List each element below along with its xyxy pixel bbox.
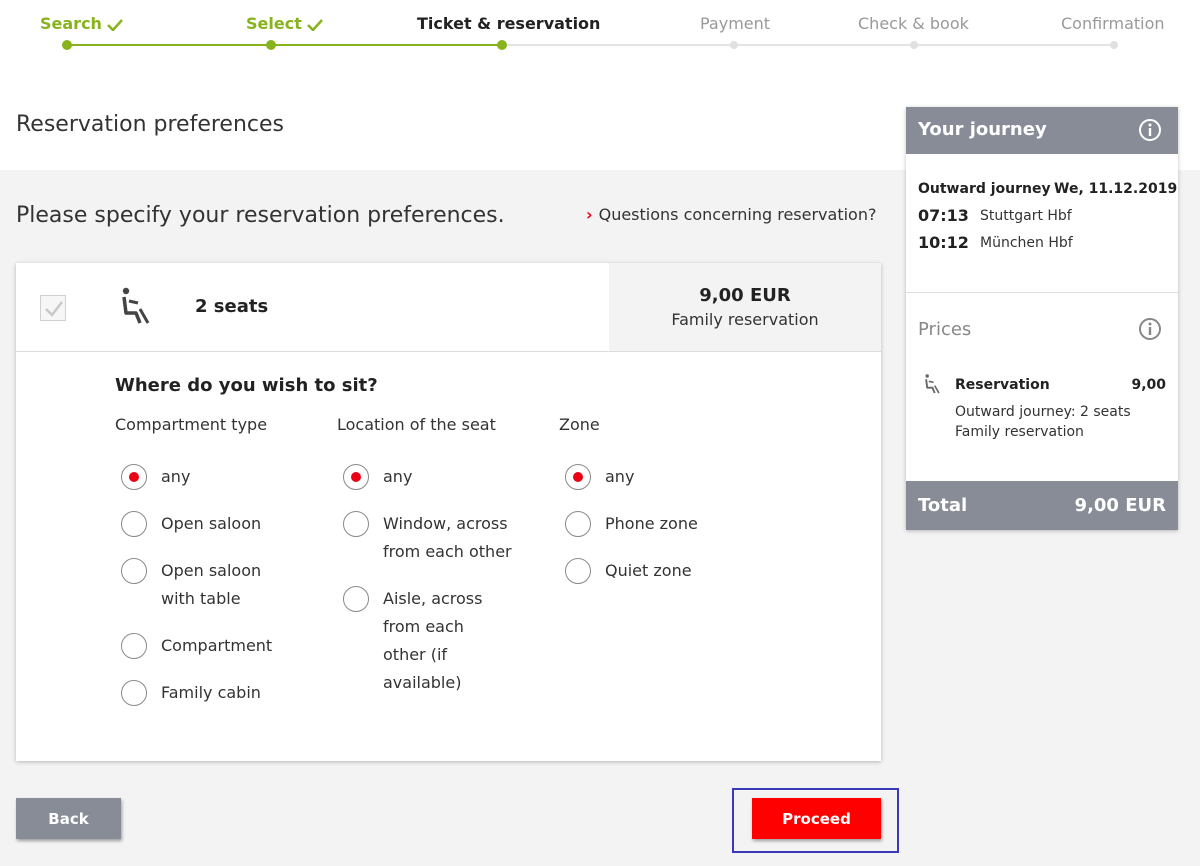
option-label: Aisle, across from each other (if availa…	[383, 589, 483, 692]
info-icon[interactable]	[1138, 118, 1162, 142]
radio-selected[interactable]	[565, 464, 591, 490]
step-payment: Payment	[700, 14, 771, 33]
page-title: Reservation preferences	[16, 112, 284, 137]
total-value: 9,00 EUR	[1074, 495, 1166, 516]
journey-header: Your journey	[906, 107, 1178, 154]
seat-location-group: Location of the seat any Window, across …	[337, 415, 547, 697]
location-option-aisle[interactable]: Aisle, across from each other (if availa…	[337, 585, 507, 697]
option-label: Family cabin	[161, 683, 261, 702]
step-confirmation: Confirmation	[1061, 14, 1165, 33]
radio[interactable]	[343, 586, 369, 612]
option-label: any	[383, 467, 413, 486]
arrival-time: 10:12	[918, 233, 969, 252]
price-item-type: Family reservation	[955, 424, 1084, 440]
option-label: any	[605, 467, 635, 486]
location-option-any[interactable]: any	[337, 463, 547, 491]
seat-location-title: Location of the seat	[337, 415, 496, 434]
reservation-header: 2 seats 9,00 EUR Family reservation	[16, 263, 881, 352]
compartment-option-any[interactable]: any	[115, 463, 325, 491]
prices-title: Prices	[918, 319, 972, 340]
checkmark-icon	[45, 301, 63, 317]
reservation-checkbox[interactable]	[40, 295, 66, 321]
step-ticket-reservation: Ticket & reservation	[417, 14, 601, 33]
journey-title: Your journey	[918, 119, 1047, 140]
option-label: Phone zone	[605, 514, 698, 533]
step-search[interactable]: Search	[40, 14, 124, 33]
proceed-button[interactable]: Proceed	[752, 798, 881, 839]
price-item-label: Reservation	[955, 377, 1050, 393]
step-dot-payment	[730, 41, 738, 49]
arrival-station: München Hbf	[980, 235, 1073, 251]
radio[interactable]	[121, 680, 147, 706]
seat-question: Where do you wish to sit?	[115, 375, 378, 396]
info-icon[interactable]	[1138, 317, 1162, 341]
compartment-option-family-cabin[interactable]: Family cabin	[115, 679, 325, 707]
radio[interactable]	[565, 558, 591, 584]
page-subtitle: Please specify your reservation preferen…	[16, 203, 505, 228]
option-label: Open saloon with table	[161, 561, 262, 608]
option-label: Window, across from each other	[383, 514, 512, 561]
compartment-option-compartment[interactable]: Compartment	[115, 632, 325, 660]
check-icon	[306, 18, 323, 31]
faq-link-label: Questions concerning reservation?	[598, 205, 877, 224]
step-dot-select	[266, 40, 276, 50]
radio[interactable]	[343, 511, 369, 537]
back-button[interactable]: Back	[16, 798, 121, 839]
reservation-type: Family reservation	[671, 310, 819, 329]
step-search-label: Search	[40, 14, 102, 33]
journey-summary: Your journey Outward journey We, 11.12.2…	[906, 107, 1178, 530]
reservation-card: 2 seats 9,00 EUR Family reservation Wher…	[16, 263, 881, 761]
step-dot-check	[910, 41, 918, 49]
compartment-option-open-saloon-table[interactable]: Open saloon with table	[115, 557, 285, 613]
price-box: 9,00 EUR Family reservation	[609, 263, 881, 351]
stepper-track-todo	[502, 44, 1114, 46]
seat-icon	[925, 374, 940, 394]
departure-time: 07:13	[918, 206, 969, 225]
divider	[906, 292, 1178, 293]
zone-option-phone[interactable]: Phone zone	[559, 510, 769, 538]
step-dot-search	[62, 40, 72, 50]
step-select[interactable]: Select	[246, 14, 324, 33]
step-check-book: Check & book	[858, 14, 969, 33]
stepper-track-done	[67, 44, 502, 46]
total-label: Total	[918, 495, 968, 516]
radio-selected[interactable]	[121, 464, 147, 490]
option-label: Compartment	[161, 636, 273, 655]
seat-icon	[122, 287, 150, 324]
price-item-value: 9,00	[1131, 377, 1166, 393]
zone-title: Zone	[559, 415, 600, 434]
location-option-window[interactable]: Window, across from each other	[337, 510, 517, 566]
price-item-detail: Outward journey: 2 seats	[955, 404, 1131, 420]
compartment-option-open-saloon[interactable]: Open saloon	[115, 510, 325, 538]
zone-group: Zone any Phone zone Quiet zone	[559, 415, 769, 585]
step-select-label: Select	[246, 14, 302, 33]
radio[interactable]	[565, 511, 591, 537]
journey-date: We, 11.12.2019	[1054, 181, 1178, 197]
progress-stepper: Search Select Ticket & reservation Payme…	[0, 0, 1200, 60]
compartment-type-group: Compartment type any Open saloon Open sa…	[115, 415, 325, 707]
option-label: Quiet zone	[605, 561, 692, 580]
reservation-price: 9,00 EUR	[699, 285, 791, 306]
compartment-type-title: Compartment type	[115, 415, 268, 434]
reservation-faq-link[interactable]: › Questions concerning reservation?	[586, 205, 876, 224]
chevron-right-icon: ›	[586, 205, 593, 224]
step-dot-ticket	[497, 40, 507, 50]
check-icon	[107, 18, 123, 31]
radio[interactable]	[121, 511, 147, 537]
radio[interactable]	[121, 633, 147, 659]
radio[interactable]	[121, 558, 147, 584]
seat-count: 2 seats	[195, 296, 269, 317]
option-label: Open saloon	[161, 514, 262, 533]
outward-journey-label: Outward journey	[918, 181, 1051, 197]
total-bar: Total 9,00 EUR	[906, 481, 1178, 530]
radio-selected[interactable]	[343, 464, 369, 490]
step-dot-confirmation	[1110, 41, 1118, 49]
zone-option-quiet[interactable]: Quiet zone	[559, 557, 769, 585]
option-label: any	[161, 467, 191, 486]
departure-station: Stuttgart Hbf	[980, 208, 1072, 224]
zone-option-any[interactable]: any	[559, 463, 769, 491]
